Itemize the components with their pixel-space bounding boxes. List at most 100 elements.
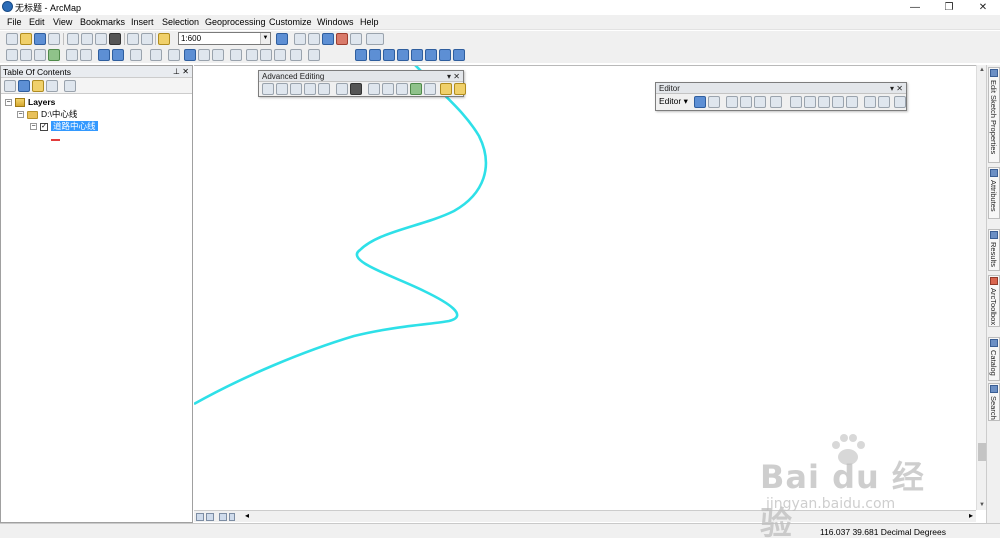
- replace-geometry-icon[interactable]: [382, 83, 394, 95]
- layout-tool-2-icon[interactable]: [369, 49, 381, 61]
- new-icon[interactable]: [6, 33, 18, 45]
- chevron-down-icon[interactable]: ▾: [890, 83, 894, 94]
- select-elements-icon[interactable]: [168, 49, 180, 61]
- model-builder-icon[interactable]: [366, 33, 384, 45]
- dock-tab-search[interactable]: Search: [988, 383, 1000, 421]
- viewer-window-icon[interactable]: [308, 49, 320, 61]
- pin-icon[interactable]: ⊥: [173, 66, 180, 78]
- menu-geoprocessing[interactable]: Geoprocessing: [205, 17, 266, 27]
- layout-tool-3-icon[interactable]: [383, 49, 395, 61]
- rotate-icon[interactable]: [440, 83, 452, 95]
- layout-tool-7-icon[interactable]: [439, 49, 451, 61]
- scroll-left-icon[interactable]: ◂: [245, 511, 249, 520]
- road-centerline-feature[interactable]: [194, 66, 488, 406]
- layout-tool-8-icon[interactable]: [453, 49, 465, 61]
- fillet-icon[interactable]: [276, 83, 288, 95]
- advanced-editing-caption[interactable]: Advanced Editing ▾ ✕: [259, 71, 463, 82]
- scrollbar-thumb[interactable]: [978, 443, 986, 461]
- copy-features-icon[interactable]: [262, 83, 274, 95]
- construct-points-icon[interactable]: [410, 83, 422, 95]
- arctoolbox-icon[interactable]: [336, 33, 348, 45]
- time-slider-icon[interactable]: [290, 49, 302, 61]
- layout-view-icon[interactable]: [206, 513, 214, 521]
- refresh-icon[interactable]: [219, 513, 227, 521]
- buffer-icon[interactable]: [454, 83, 466, 95]
- line-intersection-icon[interactable]: [318, 83, 330, 95]
- identify-icon[interactable]: [184, 49, 196, 61]
- save-icon[interactable]: [34, 33, 46, 45]
- collapse-icon[interactable]: −: [17, 111, 24, 119]
- dock-tab-attributes[interactable]: Attributes: [988, 167, 1000, 219]
- close-button[interactable]: ✕: [966, 0, 1000, 14]
- explode-icon[interactable]: [336, 83, 348, 95]
- pan-icon[interactable]: [34, 49, 46, 61]
- open-icon[interactable]: [20, 33, 32, 45]
- back-icon[interactable]: [98, 49, 110, 61]
- menu-windows[interactable]: Windows: [317, 17, 354, 27]
- chevron-down-icon[interactable]: ▼: [260, 33, 270, 44]
- full-extent-icon[interactable]: [48, 49, 60, 61]
- restore-button[interactable]: ❐: [932, 0, 966, 14]
- smooth-icon[interactable]: [424, 83, 436, 95]
- dock-tab-edit-sketch-properties[interactable]: Edit Sketch Properties: [988, 67, 1000, 163]
- menu-edit[interactable]: Edit: [29, 17, 45, 27]
- list-by-drawing-order-icon[interactable]: [4, 80, 16, 92]
- print-icon[interactable]: [48, 33, 60, 45]
- list-by-selection-icon[interactable]: [46, 80, 58, 92]
- dock-tab-arctoolbox[interactable]: ArcToolbox: [988, 275, 1000, 327]
- toc-close-button[interactable]: ✕: [182, 66, 189, 78]
- fixed-zoom-out-icon[interactable]: [80, 49, 92, 61]
- undo-icon[interactable]: [127, 33, 139, 45]
- rotate-tool-icon[interactable]: [846, 96, 858, 108]
- layout-tool-4-icon[interactable]: [397, 49, 409, 61]
- tree-layer-road-centerline[interactable]: − ✓ 道路中心线: [30, 121, 98, 132]
- redo-icon[interactable]: [141, 33, 153, 45]
- paste-icon[interactable]: [95, 33, 107, 45]
- list-by-visibility-icon[interactable]: [32, 80, 44, 92]
- copy-icon[interactable]: [81, 33, 93, 45]
- editor-menu-dropdown[interactable]: Editor ▾: [659, 96, 688, 107]
- dock-tab-results[interactable]: Results: [988, 229, 1000, 271]
- search-window-icon[interactable]: [322, 33, 334, 45]
- split-icon[interactable]: [832, 96, 844, 108]
- data-view-icon[interactable]: [196, 513, 204, 521]
- edit-vertices-icon[interactable]: [790, 96, 802, 108]
- trim-icon[interactable]: [304, 83, 316, 95]
- forward-icon[interactable]: [112, 49, 124, 61]
- close-icon[interactable]: ✕: [453, 71, 460, 82]
- cut-icon[interactable]: [67, 33, 79, 45]
- layer-visibility-checkbox[interactable]: ✓: [40, 122, 48, 131]
- menu-selection[interactable]: Selection: [162, 17, 199, 27]
- pause-drawing-icon[interactable]: [229, 513, 235, 521]
- table-of-contents-icon[interactable]: [294, 33, 306, 45]
- measure-icon[interactable]: [230, 49, 242, 61]
- python-window-icon[interactable]: [350, 33, 362, 45]
- attributes-icon[interactable]: [864, 96, 876, 108]
- point-icon[interactable]: [770, 96, 782, 108]
- editor-caption[interactable]: Editor ▾ ✕: [656, 83, 906, 94]
- go-to-xy-icon[interactable]: [274, 49, 286, 61]
- map-scale-combo[interactable]: 1:600 ▼: [178, 32, 271, 45]
- create-features-icon[interactable]: [894, 96, 906, 108]
- layout-tool-1-icon[interactable]: [355, 49, 367, 61]
- zoom-out-icon[interactable]: [20, 49, 32, 61]
- zoom-in-icon[interactable]: [6, 49, 18, 61]
- catalog-icon[interactable]: [308, 33, 320, 45]
- tree-folder[interactable]: − D:\中心线: [17, 109, 77, 120]
- close-icon[interactable]: ✕: [896, 83, 903, 94]
- collapse-icon[interactable]: −: [5, 99, 12, 107]
- edit-tool-icon[interactable]: [694, 96, 706, 108]
- delete-icon[interactable]: [109, 33, 121, 45]
- chevron-down-icon[interactable]: ▾: [447, 71, 451, 82]
- html-popup-icon[interactable]: [212, 49, 224, 61]
- menu-bookmarks[interactable]: Bookmarks: [80, 17, 125, 27]
- collapse-icon[interactable]: −: [30, 123, 37, 131]
- trace-icon[interactable]: [754, 96, 766, 108]
- find-route-icon[interactable]: [260, 49, 272, 61]
- layout-tool-5-icon[interactable]: [411, 49, 423, 61]
- minimize-button[interactable]: —: [898, 0, 932, 14]
- select-features-icon[interactable]: [130, 49, 142, 61]
- extend-icon[interactable]: [290, 83, 302, 95]
- find-icon[interactable]: [246, 49, 258, 61]
- generalize-icon[interactable]: [396, 83, 408, 95]
